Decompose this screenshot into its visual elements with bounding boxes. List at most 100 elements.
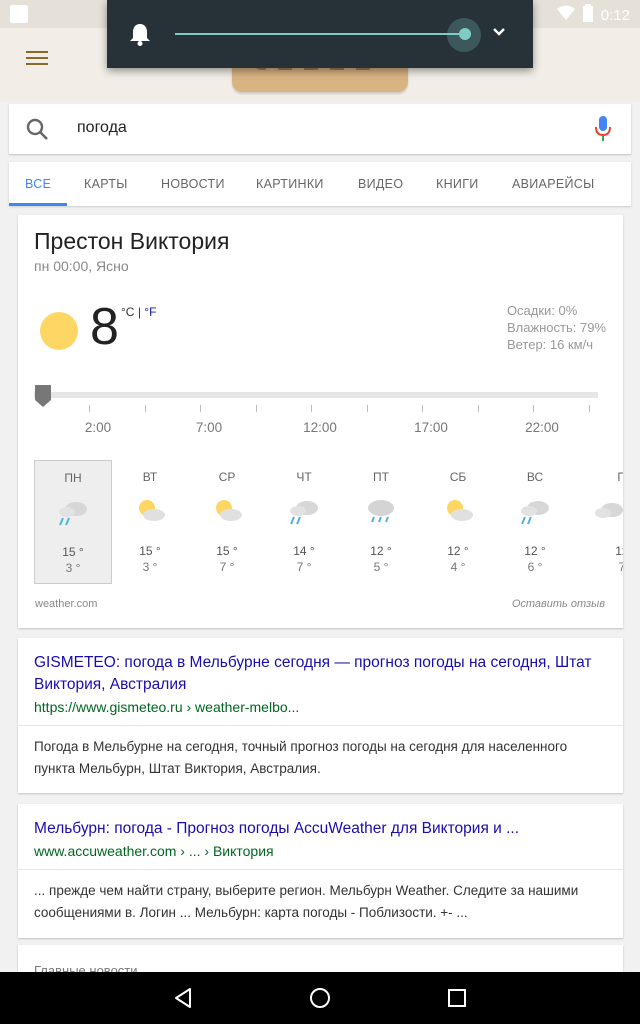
volume-slider-thumb[interactable] [459,28,471,40]
navigation-bar [0,972,640,1024]
time-label: 22:00 [525,420,559,435]
forecast-day[interactable]: ВС 12 ° 6 ° [496,460,574,584]
slider-tick [533,405,534,412]
day-name: ВТ [142,470,158,484]
slider-tick [144,405,146,412]
home-icon[interactable] [308,986,332,1010]
battery-icon [582,4,593,27]
day-name: ПН [617,470,623,484]
search-result: Мельбурн: погода - Прогноз погоды AccuWe… [18,804,623,938]
unit-celsius[interactable]: °C [121,305,134,319]
sun-icon [40,312,78,350]
day-low: 7 ° [219,560,235,574]
mic-icon[interactable] [595,116,611,147]
slider-tick [311,405,312,412]
result-snippet: Погода в Мельбурне на сегодня, точный пр… [34,739,568,776]
slider-tick [477,405,479,412]
volume-slider-track[interactable] [175,33,471,35]
result-snippet: ... прежде чем найти страну, выберите ре… [34,883,579,920]
daily-forecast: ПН 15 ° 3 ° ВТ 15 ° 3 ° СР 15 ° 7 ° ЧТ 1… [18,460,623,590]
day-high: 12 ° [615,544,623,558]
tab-news[interactable]: НОВОСТИ [161,162,225,206]
menu-icon[interactable] [26,51,48,67]
weather-source[interactable]: weather.com [35,598,97,610]
time-label: 7:00 [195,420,223,435]
unit-fahrenheit[interactable]: °F [144,305,156,319]
back-icon[interactable] [172,986,196,1010]
notification-icon [10,5,28,23]
slider-tick [366,405,368,412]
forecast-day[interactable]: ПН 12 ° 7 ° [573,460,623,584]
forecast-day[interactable]: СР 15 ° 7 ° [188,460,266,584]
day-name: СР [218,470,236,484]
partly-sunny-icon [133,496,167,526]
chevron-down-icon[interactable] [489,22,509,47]
precipitation-text: Осадки: 0% [506,303,578,318]
partly-sunny-icon [210,496,244,526]
unit-separator: | [137,305,141,319]
partly-sunny-icon [441,496,475,526]
wifi-icon [556,5,575,26]
day-high: 15 ° [139,544,161,558]
day-low: 5 ° [373,560,389,574]
tab-maps[interactable]: КАРТЫ [84,162,128,206]
top-news-section: Главные новости [18,945,623,978]
forecast-day[interactable]: ЧТ 14 ° 7 ° [265,460,343,584]
day-low: 6 ° [527,560,543,574]
feedback-link[interactable]: Оставить отзыв [512,598,605,610]
day-low: 4 ° [450,560,466,574]
volume-panel [107,0,533,68]
day-name: ПН [64,471,82,485]
time-label: 17:00 [414,420,448,435]
time-slider-ticks [34,405,604,415]
wind-text: Ветер: 16 км/ч [506,337,593,352]
search-tabs: ВСЕ КАРТЫ НОВОСТИ КАРТИНКИ ВИДЕО КНИГИ А… [9,162,631,206]
tab-flights[interactable]: АВИАРЕЙСЫ [512,162,594,206]
day-name: ПТ [373,470,389,484]
result-url[interactable]: www.accuweather.com › ... › Виктория [34,843,607,859]
tab-images[interactable]: КАРТИНКИ [256,162,324,206]
forecast-day[interactable]: ПН 15 ° 3 ° [34,460,112,584]
weather-subtitle: пн 00:00, Ясно [34,258,129,274]
cloud-icon [592,496,623,526]
result-url[interactable]: https://www.gismeteo.ru › weather-melbo.… [34,699,607,715]
time-slider-track[interactable] [34,392,598,398]
unit-switch: °C | °F [121,305,156,319]
forecast-day[interactable]: ПТ 12 ° 5 ° [342,460,420,584]
day-high: 12 ° [447,544,469,558]
forecast-day[interactable]: СБ 12 ° 4 ° [419,460,497,584]
weather-location: Престон Виктория [34,228,230,254]
search-result: GISMETEO: погода в Мельбурне сегодня — п… [18,638,623,793]
search-icon[interactable] [25,117,49,146]
humidity-text: Влажность: 79% [506,320,606,335]
day-high: 12 ° [524,544,546,558]
time-labels: 2:00 7:00 12:00 17:00 22:00 [18,420,623,440]
day-low: 7 ° [618,560,623,574]
tab-all[interactable]: ВСЕ [9,162,68,206]
bell-icon[interactable] [129,22,151,51]
tab-books[interactable]: КНИГИ [436,162,479,206]
weather-card: Престон Виктория пн 00:00, Ясно 8 °C | °… [18,215,623,628]
rain-cloud-icon [56,497,90,527]
rain-cloud-icon [518,496,552,526]
slider-tick [422,405,423,412]
clock: 0:12 [600,7,630,24]
forecast-day[interactable]: ВТ 15 ° 3 ° [111,460,189,584]
day-low: 3 ° [142,560,158,574]
showers-icon [364,496,398,526]
day-high: 12 ° [370,544,392,558]
day-high: 15 ° [62,545,84,559]
tab-video[interactable]: ВИДЕО [358,162,403,206]
day-name: СБ [449,470,467,484]
recents-icon[interactable] [445,986,469,1010]
time-slider-thumb[interactable] [35,385,51,407]
day-low: 7 ° [296,560,312,574]
search-bar[interactable]: погода [9,104,631,154]
search-input[interactable]: погода [77,119,127,137]
weather-temperature: 8 [90,298,119,356]
slider-tick [89,405,90,412]
day-name: ЧТ [296,470,312,484]
slider-tick [588,405,590,412]
result-title[interactable]: GISMETEO: погода в Мельбурне сегодня — п… [34,652,607,696]
result-title[interactable]: Мельбурн: погода - Прогноз погоды AccuWe… [34,818,607,840]
